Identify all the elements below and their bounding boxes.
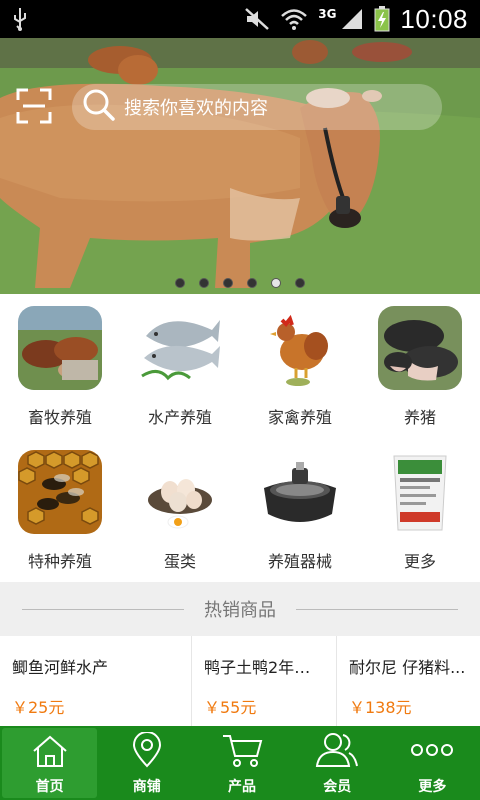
location-pin-icon — [130, 731, 164, 772]
category-eggs[interactable]: 蛋类 — [120, 438, 240, 582]
battery-icon — [374, 6, 390, 32]
category-label: 蛋类 — [163, 552, 196, 571]
product-name: 耐尔尼 仔猪料... — [349, 658, 466, 677]
cart-icon — [221, 732, 263, 772]
banner-carousel[interactable]: 搜索你喜欢的内容 — [0, 38, 480, 294]
nav-shops[interactable]: 商铺 — [99, 726, 194, 800]
nav-products[interactable]: 产品 — [194, 726, 289, 800]
members-icon — [315, 732, 359, 772]
pig-image — [378, 306, 462, 390]
nav-label: 更多 — [418, 779, 447, 795]
category-equipment[interactable]: 养殖器械 — [240, 438, 360, 582]
category-more[interactable]: 更多 — [360, 438, 480, 582]
status-bar: 3G 10:08 — [0, 0, 480, 38]
home-icon — [31, 734, 69, 772]
category-label: 水产养殖 — [147, 408, 212, 427]
nav-more[interactable]: 更多 — [385, 726, 480, 800]
bee-image — [18, 450, 102, 534]
carousel-dot[interactable] — [223, 278, 233, 288]
product-list: 鲫鱼河鲜水产 ￥25元 鸭子土鸭2年农... ￥55元 耐尔尼 仔猪料... ￥… — [0, 636, 480, 726]
product-card[interactable]: 耐尔尼 仔猪料... ￥138元 — [337, 636, 480, 726]
category-livestock[interactable]: 畜牧养殖 — [0, 294, 120, 438]
carousel-dot[interactable] — [295, 278, 305, 288]
nav-members[interactable]: 会员 — [290, 726, 385, 800]
search-bar[interactable]: 搜索你喜欢的内容 — [72, 84, 442, 130]
nav-label: 产品 — [228, 779, 256, 795]
carousel-dot[interactable] — [199, 278, 209, 288]
nav-label: 商铺 — [132, 779, 161, 795]
category-label: 畜牧养殖 — [27, 408, 92, 427]
wifi-icon — [280, 7, 308, 31]
usb-icon — [12, 7, 28, 31]
category-label: 特种养殖 — [27, 552, 92, 571]
category-label: 养殖器械 — [267, 552, 332, 571]
chicken-image — [258, 306, 342, 390]
category-label: 更多 — [403, 552, 436, 571]
category-poultry[interactable]: 家禽养殖 — [240, 294, 360, 438]
scan-icon[interactable] — [16, 88, 52, 124]
cattle-image — [18, 306, 102, 390]
carousel-dot[interactable] — [175, 278, 185, 288]
product-name: 鲫鱼河鲜水产 — [12, 658, 109, 677]
egg-image — [138, 450, 222, 534]
search-icon — [82, 88, 116, 126]
hot-products-header: 热销商品 — [0, 582, 480, 636]
category-pig[interactable]: 养猪 — [360, 294, 480, 438]
category-special[interactable]: 特种养殖 — [0, 438, 120, 582]
bottom-nav: 首页 商铺 产品 会员 更多 — [0, 726, 480, 800]
divider — [296, 608, 458, 610]
nav-home[interactable]: 首页 — [2, 728, 98, 798]
fish-image — [138, 306, 222, 390]
carousel-indicator — [0, 278, 480, 288]
category-grid: 畜牧养殖 水产养殖 家禽养殖 养猪 特种养殖 蛋类 养殖器械 更多 — [0, 294, 480, 582]
more-dots-icon — [410, 732, 454, 772]
category-aquaculture[interactable]: 水产养殖 — [120, 294, 240, 438]
feed-bag-image — [378, 450, 462, 534]
search-placeholder: 搜索你喜欢的内容 — [124, 98, 268, 119]
category-label: 养猪 — [403, 408, 436, 427]
carousel-dot-active[interactable] — [271, 278, 281, 288]
section-title: 热销商品 — [204, 600, 276, 621]
network-type: 3G — [318, 7, 337, 21]
clock: 10:08 — [400, 3, 468, 34]
product-price: ￥55元 — [204, 698, 257, 717]
nav-label: 会员 — [323, 779, 352, 795]
product-price: ￥138元 — [349, 698, 412, 717]
product-card[interactable]: 鲫鱼河鲜水产 ￥25元 — [0, 636, 192, 726]
nav-label: 首页 — [35, 779, 64, 795]
product-name: 鸭子土鸭2年农... — [204, 658, 324, 677]
mute-icon — [244, 7, 270, 31]
category-label: 家禽养殖 — [267, 408, 332, 427]
product-price: ￥25元 — [12, 698, 65, 717]
banner-cow-image — [0, 38, 480, 294]
signal-icon — [340, 7, 364, 31]
carousel-dot[interactable] — [247, 278, 257, 288]
feeder-image — [258, 450, 342, 534]
product-card[interactable]: 鸭子土鸭2年农... ￥55元 — [192, 636, 337, 726]
divider — [22, 608, 184, 610]
